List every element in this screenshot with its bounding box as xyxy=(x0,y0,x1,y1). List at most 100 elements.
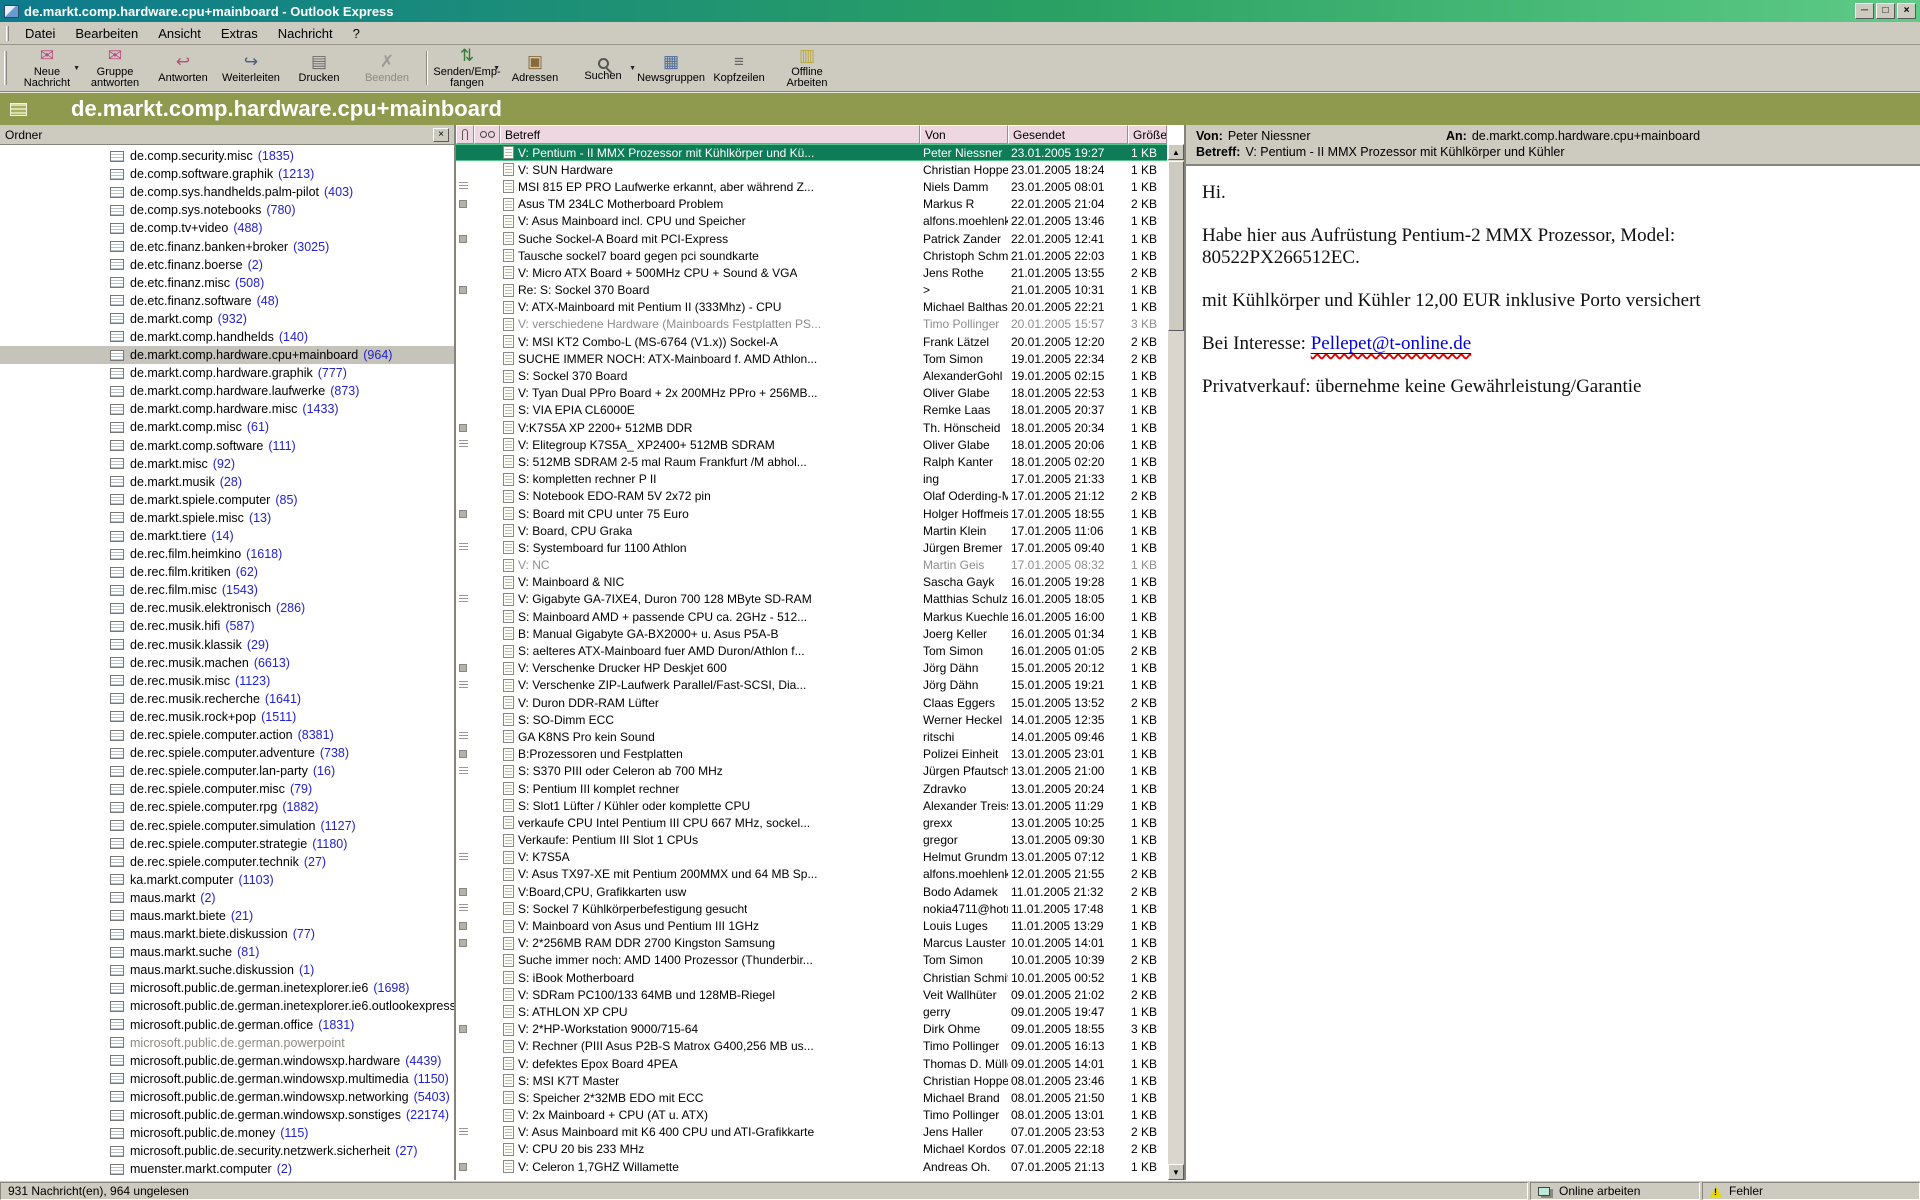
sidebar-item-newsgroup[interactable]: de.rec.musik.klassik(29) xyxy=(0,636,454,654)
message-row[interactable]: V: Verschenke ZIP-Laufwerk Parallel/Fast… xyxy=(456,677,1167,694)
message-row[interactable]: V: verschiedene Hardware (Mainboards Fes… xyxy=(456,316,1167,333)
sidebar-item-newsgroup[interactable]: de.etc.finanz.banken+broker(3025) xyxy=(0,237,454,255)
error-status[interactable]: Fehler xyxy=(1702,1182,1920,1200)
menu-item-bearbeiten[interactable]: Bearbeiten xyxy=(65,24,148,43)
message-row[interactable]: S: Slot1 Lüfter / Kühler oder komplette … xyxy=(456,797,1167,814)
message-row[interactable]: S: Sockel 7 Kühlkörperbefestigung gesuch… xyxy=(456,900,1167,917)
folder-bar[interactable]: de.markt.comp.hardware.cpu+mainboard xyxy=(0,92,1920,125)
message-row[interactable]: V: Celeron 1,7GHZ WillametteAndreas Oh.0… xyxy=(456,1158,1167,1175)
message-row[interactable]: GA K8NS Pro kein Soundritschi14.01.2005 … xyxy=(456,728,1167,745)
sidebar-item-newsgroup[interactable]: de.markt.musik(28) xyxy=(0,473,454,491)
sidebar-item-newsgroup[interactable]: de.markt.comp(932) xyxy=(0,310,454,328)
sidebar-item-newsgroup[interactable]: microsoft.public.de.german.windowsxp.mul… xyxy=(0,1070,454,1088)
message-row[interactable]: V: Pentium - II MMX Prozessor mit Kühlkö… xyxy=(456,144,1167,161)
sidebar-item-newsgroup[interactable]: microsoft.public.de.german.office(1831) xyxy=(0,1016,454,1034)
message-row[interactable]: S: Speicher 2*32MB EDO mit ECCMichael Br… xyxy=(456,1089,1167,1106)
message-row[interactable]: V:Board,CPU, Grafikkarten uswBodo Adamek… xyxy=(456,883,1167,900)
sidebar-item-newsgroup[interactable]: de.rec.film.heimkino(1618) xyxy=(0,545,454,563)
message-row[interactable]: Asus TM 234LC Motherboard ProblemMarkus … xyxy=(456,196,1167,213)
sidebar-item-newsgroup[interactable]: de.markt.spiele.misc(13) xyxy=(0,509,454,527)
message-row[interactable]: S: S370 PIII oder Celeron ab 700 MHzJürg… xyxy=(456,763,1167,780)
sidebar-item-newsgroup[interactable]: de.rec.musik.elektronisch(286) xyxy=(0,599,454,617)
menu-item-datei[interactable]: Datei xyxy=(15,24,65,43)
chevron-down-icon[interactable]: ▼ xyxy=(73,63,80,74)
scroll-down-icon[interactable]: ▼ xyxy=(1168,1164,1184,1180)
sidebar-item-newsgroup[interactable]: ka.markt.computer(1103) xyxy=(0,871,454,889)
message-row[interactable]: S: Mainboard AMD + passende CPU ca. 2GHz… xyxy=(456,608,1167,625)
message-row[interactable]: V: Rechner (PIII Asus P2B-S Matrox G400,… xyxy=(456,1038,1167,1055)
sidebar-item-newsgroup[interactable]: de.markt.comp.software(111) xyxy=(0,437,454,455)
message-row[interactable]: V: Tyan Dual PPro Board + 2x 200MHz PPro… xyxy=(456,385,1167,402)
from-column-header[interactable]: Von xyxy=(920,125,1008,144)
message-row[interactable]: V: 2*256MB RAM DDR 2700 Kingston Samsung… xyxy=(456,935,1167,952)
close-button[interactable]: × xyxy=(1897,3,1916,19)
menu-item-nachricht[interactable]: Nachricht xyxy=(268,24,343,43)
size-column-header[interactable]: Größe xyxy=(1128,125,1167,144)
sidebar-item-newsgroup[interactable]: maus.markt.biete(21) xyxy=(0,907,454,925)
minimize-button[interactable]: ─ xyxy=(1855,3,1874,19)
message-row[interactable]: SUCHE IMMER NOCH: ATX-Mainboard f. AMD A… xyxy=(456,350,1167,367)
sidebar-item-newsgroup[interactable]: de.comp.sys.handhelds.palm-pilot(403) xyxy=(0,183,454,201)
sidebar-item-newsgroup[interactable]: de.markt.misc(92) xyxy=(0,455,454,473)
sidebar-item-newsgroup[interactable]: de.etc.finanz.software(48) xyxy=(0,292,454,310)
sidebar-item-newsgroup[interactable]: microsoft.public.de.german.windowsxp.son… xyxy=(0,1106,454,1124)
gruppe-antworten-button[interactable]: ✉Gruppe antworten xyxy=(81,45,149,91)
message-row[interactable]: B: Manual Gigabyte GA-BX2000+ u. Asus P5… xyxy=(456,625,1167,642)
message-row[interactable]: S: Sockel 370 BoardAlexanderGohl19.01.20… xyxy=(456,367,1167,384)
sidebar-item-newsgroup[interactable]: de.rec.spiele.computer.misc(79) xyxy=(0,780,454,798)
sidebar-item-newsgroup[interactable]: de.rec.musik.machen(6613) xyxy=(0,654,454,672)
sidebar-item-newsgroup[interactable]: de.markt.spiele.computer(85) xyxy=(0,491,454,509)
scroll-up-icon[interactable]: ▲ xyxy=(1168,144,1184,160)
scrollbar-thumb[interactable] xyxy=(1168,161,1184,331)
adressen-button[interactable]: ▣Adressen xyxy=(501,45,569,91)
message-row[interactable]: verkaufe CPU Intel Pentium III CPU 667 M… xyxy=(456,814,1167,831)
sidebar-item-newsgroup[interactable]: maus.markt.suche(81) xyxy=(0,943,454,961)
suchen-button[interactable]: Suchen▼ xyxy=(569,45,637,91)
sidebar-item-newsgroup[interactable]: de.rec.spiele.computer.strategie(1180) xyxy=(0,835,454,853)
sidebar-item-newsgroup[interactable]: maus.markt(2) xyxy=(0,889,454,907)
message-row[interactable]: V: SUN HardwareChristian Hoppe23.01.2005… xyxy=(456,161,1167,178)
message-row[interactable]: S: Pentium III komplet rechnerZdravko13.… xyxy=(456,780,1167,797)
message-row[interactable]: V: Elitegroup K7S5A_ XP2400+ 512MB SDRAM… xyxy=(456,436,1167,453)
message-row[interactable]: V: 2*HP-Workstation 9000/715-64Dirk Ohme… xyxy=(456,1021,1167,1038)
message-row[interactable]: V: SDRam PC100/133 64MB und 128MB-Riegel… xyxy=(456,986,1167,1003)
newsgruppen-button[interactable]: ▦Newsgruppen xyxy=(637,45,705,91)
offline-arbeiten-button[interactable]: ▥Offline Arbeiten xyxy=(773,45,841,91)
message-row[interactable]: V:K7S5A XP 2200+ 512MB DDRTh. Hönscheid1… xyxy=(456,419,1167,436)
sidebar-item-newsgroup[interactable]: de.markt.tiere(14) xyxy=(0,527,454,545)
sidebar-item-newsgroup[interactable]: de.rec.musik.misc(1123) xyxy=(0,672,454,690)
maximize-button[interactable]: □ xyxy=(1876,3,1895,19)
sidebar-item-newsgroup[interactable]: de.etc.finanz.misc(508) xyxy=(0,274,454,292)
chevron-down-icon[interactable]: ▼ xyxy=(493,63,500,74)
sidebar-item-newsgroup[interactable]: de.comp.sys.notebooks(780) xyxy=(0,201,454,219)
sidebar-item-newsgroup[interactable]: de.markt.comp.misc(61) xyxy=(0,418,454,436)
message-row[interactable]: S: VIA EPIA CL6000ERemke Laas18.01.2005 … xyxy=(456,402,1167,419)
sidebar-item-newsgroup[interactable]: de.comp.security.misc(1835) xyxy=(0,147,454,165)
antworten-button[interactable]: ↩Antworten xyxy=(149,45,217,91)
message-row[interactable]: V: Mainboard & NICSascha Gayk16.01.2005 … xyxy=(456,574,1167,591)
sidebar-item-newsgroup[interactable]: de.rec.spiele.computer.simulation(1127) xyxy=(0,816,454,834)
chevron-down-icon[interactable]: ▼ xyxy=(629,63,636,74)
vertical-scrollbar[interactable]: ▲ ▼ xyxy=(1167,144,1184,1180)
message-row[interactable]: V: Micro ATX Board + 500MHz CPU + Sound … xyxy=(456,264,1167,281)
message-row[interactable]: S: 512MB SDRAM 2-5 mal Raum Frankfurt /M… xyxy=(456,453,1167,470)
watch-column-header[interactable] xyxy=(474,125,500,144)
sidebar-item-newsgroup[interactable]: maus.markt.suche.diskussion(1) xyxy=(0,961,454,979)
message-row[interactable]: V: MSI KT2 Combo-L (MS-6764 (V1.x)) Sock… xyxy=(456,333,1167,350)
sidebar-item-newsgroup[interactable]: de.markt.comp.hardware.laufwerke(873) xyxy=(0,382,454,400)
sidebar-item-newsgroup[interactable]: de.markt.comp.hardware.graphik(777) xyxy=(0,364,454,382)
sidebar-item-newsgroup[interactable]: microsoft.public.de.german.powerpoint xyxy=(0,1034,454,1052)
sidebar-item-newsgroup[interactable]: de.markt.comp.hardware.misc(1433) xyxy=(0,400,454,418)
email-link[interactable]: Pellepet@t-online.de xyxy=(1311,333,1471,354)
message-row[interactable]: V: ATX-Mainboard mit Pentium II (333Mhz)… xyxy=(456,299,1167,316)
sidebar-item-newsgroup[interactable]: de.rec.spiele.computer.lan-party(16) xyxy=(0,762,454,780)
sidebar-item-newsgroup[interactable]: de.rec.musik.rock+pop(1511) xyxy=(0,708,454,726)
sidebar-item-newsgroup[interactable]: de.comp.tv+video(488) xyxy=(0,219,454,237)
neue-nachricht-button[interactable]: ✉Neue Nachricht▼ xyxy=(13,45,81,91)
sidebar-item-newsgroup[interactable]: de.etc.finanz.boerse(2) xyxy=(0,256,454,274)
message-row[interactable]: Tausche sockel7 board gegen pci soundkar… xyxy=(456,247,1167,264)
sidebar-item-newsgroup[interactable]: de.rec.musik.hifi(587) xyxy=(0,617,454,635)
message-row[interactable]: V: K7S5AHelmut Grundmann13.01.2005 07:12… xyxy=(456,849,1167,866)
message-row[interactable]: V: defektes Epox Board 4PEAThomas D. Mül… xyxy=(456,1055,1167,1072)
message-row[interactable]: V: Asus Mainboard incl. CPU und Speicher… xyxy=(456,213,1167,230)
